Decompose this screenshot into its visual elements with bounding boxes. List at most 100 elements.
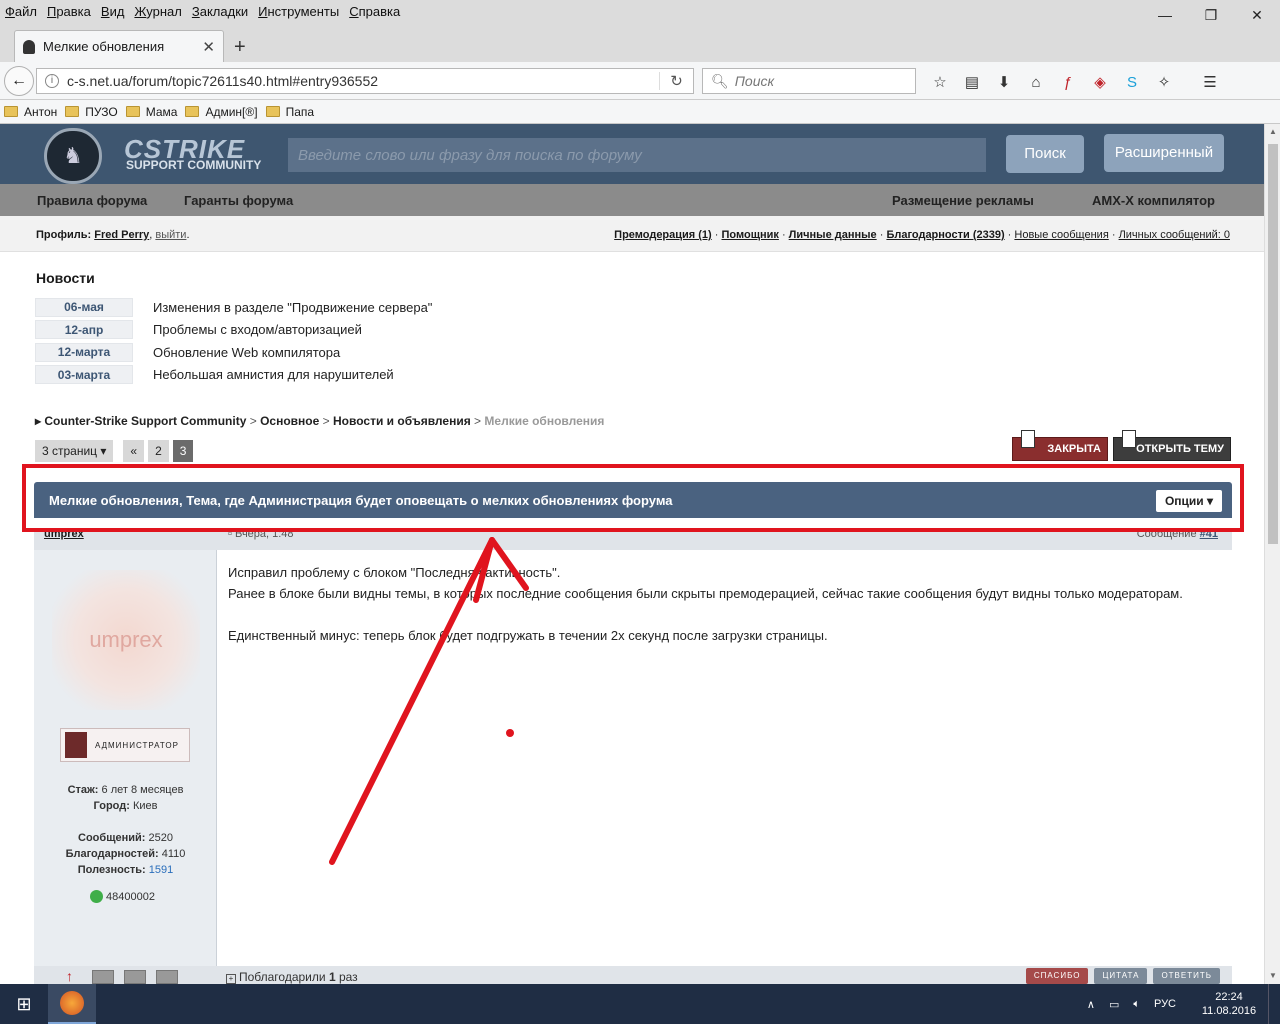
menu-help[interactable]: Справка xyxy=(344,4,405,19)
news-date: 06-мая xyxy=(35,297,133,317)
bookmark-folder[interactable]: Админ[®] xyxy=(185,105,258,119)
bookmarks-bar: Антон ПУЗО Мама Админ[®] Папа xyxy=(0,100,1280,124)
skype-icon[interactable]: S xyxy=(1118,70,1146,94)
quote-button[interactable]: ЦИТАТА xyxy=(1094,968,1148,984)
news-heading: Новости xyxy=(36,270,95,286)
prev-page-button[interactable]: « xyxy=(123,440,145,462)
tab-current[interactable]: Мелкие обновления ✕ xyxy=(14,30,224,62)
news-item[interactable]: 12-марта Обновление Web компилятора xyxy=(35,341,432,363)
tab-strip: Мелкие обновления ✕ + xyxy=(0,22,1280,62)
avatar[interactable]: umprex xyxy=(52,570,200,710)
windows-start-icon[interactable]: ⊞ xyxy=(0,984,48,1024)
profile-user-link[interactable]: Fred Perry xyxy=(94,229,149,241)
profile-bar: Профиль: Fred Perry, выйти. Премодерация… xyxy=(0,216,1264,252)
breadcrumb-main[interactable]: Основное xyxy=(260,414,319,428)
search-button[interactable]: Поиск xyxy=(1006,135,1084,173)
profile-card-icon[interactable] xyxy=(92,970,114,984)
news-title[interactable]: Небольшая амнистия для нарушителей xyxy=(153,367,394,382)
page-scrollbar[interactable]: ▲ ▼ xyxy=(1264,124,1280,984)
profile-info: Профиль: Fred Perry, выйти. xyxy=(36,229,190,241)
scrollbar-thumb[interactable] xyxy=(1268,144,1278,544)
bookmark-folder[interactable]: Мама xyxy=(125,105,177,119)
thanks-link[interactable]: Благодарности (2339) xyxy=(886,229,1004,241)
news-title[interactable]: Изменения в разделе "Продвижение сервера… xyxy=(153,300,432,315)
post-paragraph: Ранее в блоке были видны темы, в которых… xyxy=(228,586,1183,601)
download-icon[interactable]: ⬇ xyxy=(990,70,1018,94)
guarantors-link[interactable]: Гаранты форума xyxy=(184,193,293,208)
tab-close-icon[interactable]: ✕ xyxy=(202,38,215,56)
expand-icon[interactable]: + xyxy=(226,974,236,984)
post-paragraph: Единственный минус: теперь блок будет по… xyxy=(228,628,828,643)
breadcrumb-news[interactable]: Новости и объявления xyxy=(333,414,471,428)
forum-search-input[interactable]: Введите слово или фразу для поиска по фо… xyxy=(288,138,986,172)
premod-link[interactable]: Премодерация (1) xyxy=(614,229,712,241)
extension-icon[interactable]: ✧ xyxy=(1150,70,1178,94)
menu-file[interactable]: Файл xyxy=(0,4,42,19)
reload-button[interactable]: ↻ xyxy=(659,72,693,90)
rules-link[interactable]: Правила форума xyxy=(37,193,147,208)
breadcrumb-root[interactable]: Counter-Strike Support Community xyxy=(44,414,246,428)
network-icon[interactable]: ▭ xyxy=(1109,998,1119,1011)
post-actions: СПАСИБО ЦИТАТА ОТВЕТИТЬ xyxy=(1025,968,1220,984)
menu-bookmarks[interactable]: Закладки xyxy=(187,4,253,19)
pm-link[interactable]: Личных сообщений: 0 xyxy=(1119,229,1230,241)
flash-plugin-icon[interactable]: ƒ xyxy=(1054,70,1082,94)
url-bar[interactable]: i c-s.net.ua/forum/topic72611s40.html#en… xyxy=(36,68,694,94)
language-indicator[interactable]: РУС xyxy=(1154,998,1176,1010)
pages-dropdown[interactable]: 3 страниц ▾ xyxy=(35,440,114,462)
browser-search-input[interactable]: 🔍︎ Поиск xyxy=(702,68,916,94)
profile-label: Профиль: xyxy=(36,229,92,241)
thanks-button[interactable]: СПАСИБО xyxy=(1025,968,1089,984)
site-info-icon[interactable]: i xyxy=(45,74,59,88)
news-date: 03-марта xyxy=(35,365,133,385)
profile-links: Премодерация (1) · Помощник · Личные дан… xyxy=(614,229,1230,241)
compiler-link[interactable]: AMX-X компилятор xyxy=(1092,193,1215,208)
news-item[interactable]: 03-марта Небольшая амнистия для нарушител… xyxy=(35,364,432,386)
logout-link[interactable]: выйти xyxy=(155,229,186,241)
helper-link[interactable]: Помощник xyxy=(722,229,779,241)
site-logo[interactable]: ♞ CSTRIKE SUPPORT COMMUNITY xyxy=(38,126,268,184)
addon-icon[interactable]: ◈ xyxy=(1086,70,1114,94)
menu-history[interactable]: Журнал xyxy=(129,4,186,19)
tray-chevron-icon[interactable]: ∧ xyxy=(1087,998,1095,1011)
news-title[interactable]: Обновление Web компилятора xyxy=(153,345,340,360)
news-item[interactable]: 06-мая Изменения в разделе "Продвижение с… xyxy=(35,296,432,318)
scroll-up-icon[interactable]: ▲ xyxy=(1265,124,1280,140)
ads-link[interactable]: Размещение рекламы xyxy=(892,193,1034,208)
news-title[interactable]: Проблемы с входом/авторизацией xyxy=(153,322,362,337)
open-topic-button[interactable]: ОТКРЫТЬ ТЕМУ xyxy=(1113,430,1231,461)
reply-button[interactable]: ОТВЕТИТЬ xyxy=(1153,968,1220,984)
star-bookmark-icon[interactable]: ☆ xyxy=(926,70,954,94)
volume-icon[interactable]: 🔈︎ xyxy=(1133,998,1140,1011)
new-tab-button[interactable]: + xyxy=(234,36,246,59)
bookmark-folder[interactable]: Папа xyxy=(265,105,314,119)
advanced-search-button[interactable]: Расширенный xyxy=(1104,134,1224,172)
reading-list-icon[interactable]: ▤ xyxy=(958,70,986,94)
personal-link[interactable]: Личные данные xyxy=(789,229,877,241)
topic-closed-button[interactable]: ЗАКРЫТА xyxy=(1012,430,1108,461)
back-button[interactable]: ← xyxy=(4,66,34,96)
page-2-button[interactable]: 2 xyxy=(148,440,169,462)
hamburger-menu-icon[interactable]: ☰ xyxy=(1196,70,1224,94)
bookmark-folder[interactable]: Антон xyxy=(4,105,57,119)
new-messages-link[interactable]: Новые сообщения xyxy=(1014,229,1108,241)
news-item[interactable]: 12-апр Проблемы с входом/авторизацией xyxy=(35,319,432,341)
scroll-down-icon[interactable]: ▼ xyxy=(1265,968,1280,984)
menu-view[interactable]: Вид xyxy=(96,4,130,19)
usefulness-link[interactable]: 1591 xyxy=(149,864,173,876)
book-icon[interactable] xyxy=(124,970,146,984)
clock[interactable]: 22:24 11.08.2016 xyxy=(1194,990,1264,1018)
folder-icon xyxy=(4,106,18,117)
firefox-taskbar-button[interactable] xyxy=(48,984,96,1024)
mail-icon[interactable] xyxy=(156,970,178,984)
post-body: Исправил проблему с блоком "Последняя ак… xyxy=(228,562,1222,646)
home-icon[interactable]: ⌂ xyxy=(1022,70,1050,94)
show-desktop-button[interactable] xyxy=(1268,984,1280,1024)
menu-edit[interactable]: Правка xyxy=(42,4,96,19)
menu-tools[interactable]: Инструменты xyxy=(253,4,344,19)
bookmark-folder[interactable]: ПУЗО xyxy=(65,105,118,119)
document-icon xyxy=(1122,430,1136,448)
url-text[interactable]: c-s.net.ua/forum/topic72611s40.html#entr… xyxy=(67,73,659,89)
up-arrow-icon[interactable]: ↑ xyxy=(66,969,82,984)
folder-icon xyxy=(125,106,140,117)
